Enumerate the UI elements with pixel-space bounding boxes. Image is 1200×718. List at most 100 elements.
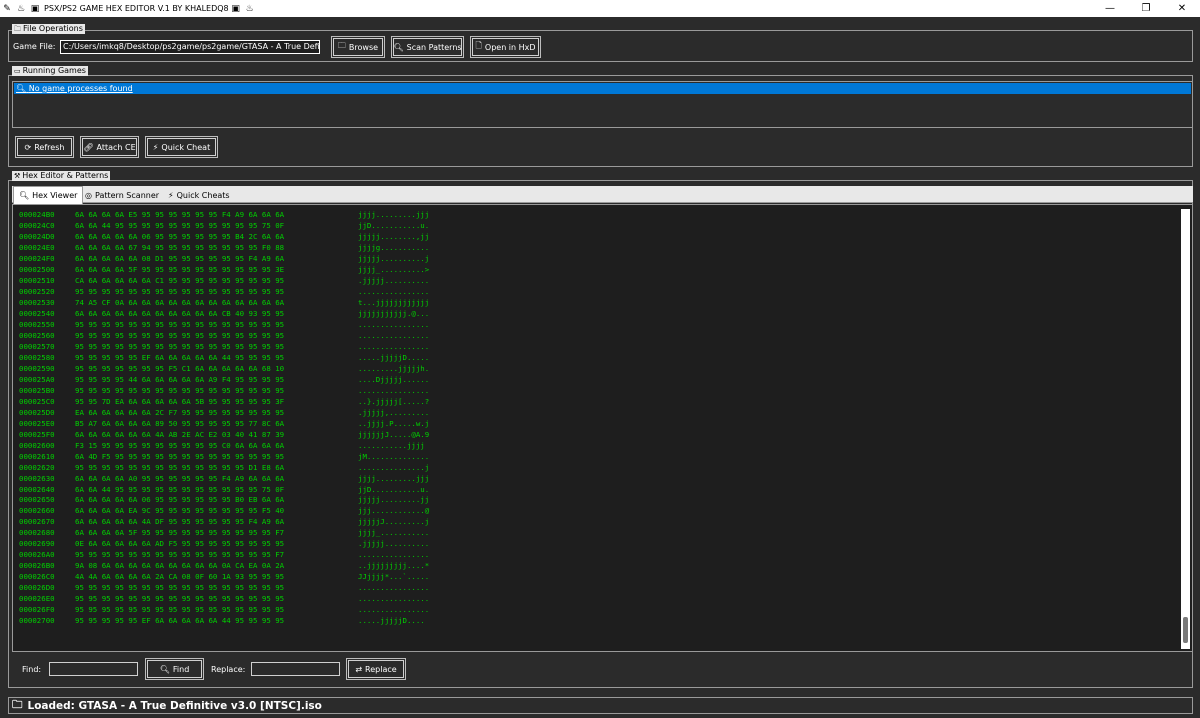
attach-ce-button[interactable]: 🔗︎ Attach CE xyxy=(81,137,138,157)
hex-bytes[interactable]: F3 15 95 95 95 95 95 95 95 95 95 C0 6A 6… xyxy=(75,440,284,451)
hex-bytes[interactable]: 9A 08 6A 6A 6A 6A 6A 6A 6A 6A 6A 0A CA E… xyxy=(75,560,284,571)
hex-bytes[interactable]: 95 95 95 95 95 95 95 95 95 95 95 95 95 9… xyxy=(75,341,284,352)
replace-input[interactable] xyxy=(251,662,340,676)
hex-viewer[interactable]: 000024B0 6A 6A 6A 6A E5 95 95 95 95 95 95… xyxy=(12,204,1193,652)
replace-label: Replace: xyxy=(211,665,246,674)
hex-address: 00002690 xyxy=(19,539,55,549)
hex-bytes[interactable]: 6A 6A 6A 6A 6A 06 95 95 95 95 95 95 B4 2… xyxy=(75,231,284,242)
hex-ascii: ................ xyxy=(358,550,430,560)
hex-bytes[interactable]: 6A 6A 6A 6A 5F 95 95 95 95 95 95 95 95 9… xyxy=(75,264,284,275)
scrollbar-thumb[interactable] xyxy=(1183,617,1188,643)
hex-bytes[interactable]: 95 95 95 95 95 95 95 95 95 95 95 95 95 D… xyxy=(75,462,284,473)
hex-bytes[interactable]: 95 95 95 95 95 EF 6A 6A 6A 6A 6A 44 95 9… xyxy=(75,352,284,363)
game-file-input[interactable]: C:/Users/imkq8/Desktop/ps2game/ps2game/G… xyxy=(60,40,320,54)
process-list[interactable]: 🔍︎ No game processes found xyxy=(12,81,1193,128)
hex-address: 000024C0 xyxy=(19,220,55,230)
hex-address: 00002610 xyxy=(19,451,55,461)
hex-bytes[interactable]: 6A 6A 6A 6A 6A 4A DF 95 95 95 95 95 95 F… xyxy=(75,516,284,527)
vertical-scrollbar[interactable] xyxy=(1181,209,1190,649)
running-games-label: ▭ Running Games xyxy=(12,66,88,76)
hex-ascii: jjjjj.........jj xyxy=(358,495,430,505)
hex-address: 000025A0 xyxy=(19,374,55,384)
list-item[interactable]: 🔍︎ No game processes found xyxy=(14,83,1191,94)
hex-ascii: ................ xyxy=(358,583,430,593)
hex-bytes[interactable]: 95 95 95 95 95 95 95 95 95 95 95 95 95 9… xyxy=(75,549,284,560)
document-icon: 🗋 xyxy=(475,41,482,50)
hex-bytes[interactable]: 4A 4A 6A 6A 6A 6A 2A CA 08 0F 60 1A 93 9… xyxy=(75,571,284,582)
scan-patterns-button[interactable]: 🔍︎ Scan Patterns xyxy=(392,37,463,57)
fire-icon: ♨ xyxy=(16,3,26,14)
open-in-hxd-button[interactable]: 🗋 Open in HxD xyxy=(471,37,540,57)
quick-cheat-button[interactable]: ⚡︎ Quick Cheat xyxy=(146,137,217,157)
hex-bytes[interactable]: 6A 4D F5 95 95 95 95 95 95 95 95 95 95 9… xyxy=(75,451,284,462)
hex-ascii: jjjjjJ.........j xyxy=(358,517,430,527)
hex-bytes[interactable]: 95 95 95 95 95 95 95 F5 C1 6A 6A 6A 6A 6… xyxy=(75,363,284,374)
hex-address: 00002570 xyxy=(19,341,55,351)
pen-icon: ✎ xyxy=(3,3,11,14)
window-title: PSX/PS2 GAME HEX EDITOR V.1 BY KHALEDQ8 xyxy=(44,4,229,13)
hex-bytes[interactable]: 95 95 95 95 95 EF 6A 6A 6A 6A 6A 44 95 9… xyxy=(75,615,284,626)
hex-address: 00002620 xyxy=(19,462,55,472)
tab-bar: 🔍︎ Hex Viewer ◎ Pattern Scanner ⚡︎ Quick… xyxy=(12,186,1193,204)
find-input[interactable] xyxy=(49,662,138,676)
hex-bytes[interactable]: 6A 6A 44 95 95 95 95 95 95 95 95 95 95 9… xyxy=(75,220,284,231)
tab-pattern-scanner[interactable]: ◎ Pattern Scanner xyxy=(80,187,164,203)
hex-bytes[interactable]: 95 95 95 95 95 95 95 95 95 95 95 95 95 9… xyxy=(75,286,284,297)
hex-bytes[interactable]: 95 95 95 95 95 95 95 95 95 95 95 95 95 9… xyxy=(75,319,284,330)
hex-address: 00002520 xyxy=(19,286,55,296)
find-label: Find: xyxy=(22,665,42,674)
hex-address: 000024B0 xyxy=(19,210,55,219)
hex-address: 00002500 xyxy=(19,264,55,274)
hex-bytes[interactable]: 95 95 95 95 95 95 95 95 95 95 95 95 95 9… xyxy=(75,330,284,341)
search-icon: 🔍︎ xyxy=(393,42,404,52)
hex-ascii: jjjj_........... xyxy=(358,528,430,538)
hex-bytes[interactable]: 95 95 95 95 95 95 95 95 95 95 95 95 95 9… xyxy=(75,385,284,396)
hex-address: 00002510 xyxy=(19,275,55,285)
hex-bytes[interactable]: EA 6A 6A 6A 6A 6A 2C F7 95 95 95 95 95 9… xyxy=(75,407,284,418)
hex-address: 00002590 xyxy=(19,363,55,373)
hex-bytes[interactable]: 6A 6A 6A 6A EA 9C 95 95 95 95 95 95 95 9… xyxy=(75,505,284,516)
hex-bytes[interactable]: 0E 6A 6A 6A 6A 6A AD F5 95 95 95 95 95 9… xyxy=(75,538,284,549)
hex-bytes[interactable]: 6A 6A 6A 6A 6A 6A 6A 6A 6A 6A 6A CB 40 9… xyxy=(75,308,284,319)
refresh-button[interactable]: ⟳ Refresh xyxy=(16,137,73,157)
close-button[interactable]: ✕ xyxy=(1164,0,1200,17)
tab-hex-viewer[interactable]: 🔍︎ Hex Viewer xyxy=(13,186,84,204)
hex-ascii: ..}.jjjjj[.....? xyxy=(358,396,430,406)
hex-ascii: jjjj_..........> xyxy=(358,264,430,274)
hex-address: 00002580 xyxy=(19,352,55,362)
minimize-button[interactable]: — xyxy=(1092,0,1128,17)
hex-bytes[interactable]: 95 95 95 95 95 95 95 95 95 95 95 95 95 9… xyxy=(75,593,284,604)
find-button[interactable]: 🔍︎ Find xyxy=(146,659,203,679)
folder-icon: 🗀 xyxy=(12,698,23,711)
tab-quick-cheats[interactable]: ⚡︎ Quick Cheats xyxy=(163,187,235,203)
hex-bytes[interactable]: 74 A5 CF 0A 6A 6A 6A 6A 6A 6A 6A 6A 6A 6… xyxy=(75,297,284,308)
hex-bytes[interactable]: 6A 6A 6A 6A 6A 06 95 95 95 95 95 95 B0 E… xyxy=(75,494,284,505)
hex-bytes[interactable]: 95 95 95 95 95 95 95 95 95 95 95 95 95 9… xyxy=(75,604,284,615)
hex-bytes[interactable]: CA 6A 6A 6A 6A 6A C1 95 95 95 95 95 95 9… xyxy=(75,275,284,286)
hex-ascii: ................ xyxy=(358,341,430,351)
browse-button[interactable]: 🗀 Browse xyxy=(332,37,384,57)
hex-bytes[interactable]: 6A 6A 6A 6A A0 95 95 95 95 95 95 F4 A9 6… xyxy=(75,473,284,484)
replace-icon: ⇄ xyxy=(355,664,363,674)
hex-address: 00002550 xyxy=(19,319,55,329)
hex-bytes[interactable]: B5 A7 6A 6A 6A 6A 89 50 95 95 95 95 95 7… xyxy=(75,418,284,429)
hex-bytes[interactable]: 95 95 7D EA 6A 6A 6A 6A 6A 5B 95 95 95 9… xyxy=(75,396,284,407)
hex-address: 000026B0 xyxy=(19,561,55,571)
maximize-button[interactable]: ❐ xyxy=(1128,0,1164,17)
hex-bytes[interactable]: 6A 6A 6A 6A 67 94 95 95 95 95 95 95 95 9… xyxy=(75,242,284,253)
hex-ascii: .jjjjj,......... xyxy=(358,407,430,417)
hex-bytes[interactable]: 95 95 95 95 95 95 95 95 95 95 95 95 95 9… xyxy=(75,582,284,593)
search-icon: 🔍︎ xyxy=(19,191,30,200)
refresh-icon: ⟳ xyxy=(24,142,32,152)
hex-bytes[interactable]: 6A 6A 6A 6A 6A 08 D1 95 95 95 95 95 95 F… xyxy=(75,253,284,264)
hex-bytes[interactable]: 95 95 95 95 44 6A 6A 6A 6A 6A A9 F4 95 9… xyxy=(75,374,284,385)
hex-ascii: t...jjjjjjjjjjjj xyxy=(358,297,430,307)
replace-button[interactable]: ⇄ Replace xyxy=(347,659,405,679)
hex-bytes[interactable]: 6A 6A 6A 6A 6A 6A 4A AB 2E AC E2 03 40 4… xyxy=(75,429,284,440)
hex-ascii: ...........jjjj xyxy=(358,440,425,450)
wrench-icon: ⚒ xyxy=(14,172,21,180)
hex-bytes[interactable]: 6A 6A 6A 6A 5F 95 95 95 95 95 95 95 95 9… xyxy=(75,527,284,538)
hex-bytes[interactable]: 6A 6A 6A 6A E5 95 95 95 95 95 95 F4 A9 6… xyxy=(75,209,284,220)
lightning-icon: ⚡︎ xyxy=(152,142,159,152)
hex-bytes[interactable]: 6A 6A 44 95 95 95 95 95 95 95 95 95 95 9… xyxy=(75,484,284,495)
